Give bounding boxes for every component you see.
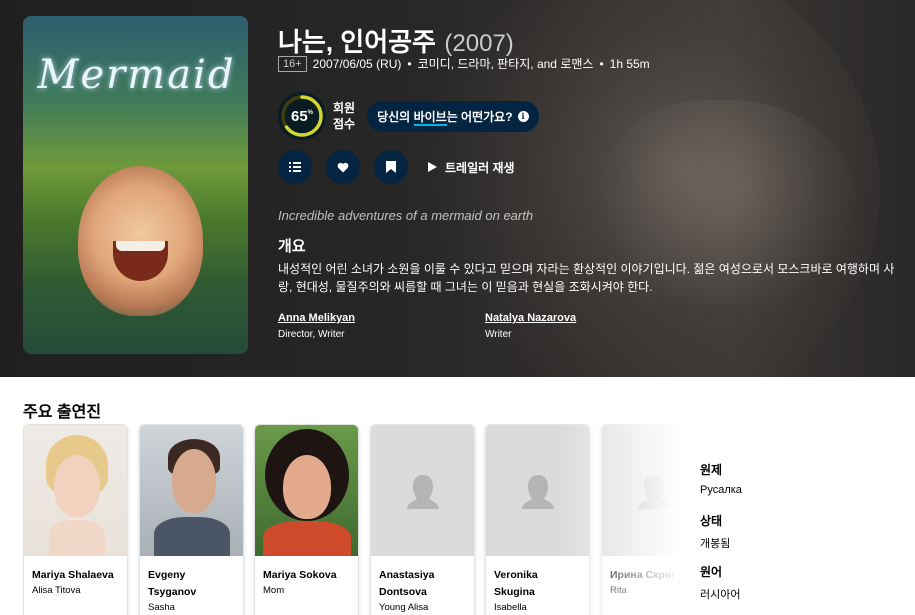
vibe-label: 당신의 바이브는 어떤가요? [377, 109, 513, 126]
crew-name-link[interactable]: Natalya Nazarova [485, 312, 576, 324]
fact-language: 원어 러시아어 [700, 563, 740, 602]
score-label: 회원 점수 [333, 101, 356, 131]
score-value: 65% [290, 107, 314, 125]
fact-value: 개봉됨 [700, 538, 731, 550]
cast-photo[interactable] [24, 425, 127, 556]
crew-name-link[interactable]: Anna Melikyan [278, 312, 355, 324]
cast-card[interactable]: Mariya Sokova Mom [254, 424, 359, 615]
list-icon [289, 162, 301, 172]
poster-image[interactable]: Mermaid [23, 16, 248, 354]
title-row: 나는, 인어공주 (2007) [278, 22, 514, 59]
separator-dot: • [599, 56, 604, 71]
poster-logo-text: Mermaid [37, 52, 236, 98]
fact-original-title: 원제 Русалка [700, 461, 742, 496]
separator-dot: • [407, 56, 412, 71]
cast-photo-placeholder[interactable] [602, 425, 675, 556]
cast-role: Young Alisa [379, 602, 429, 613]
crew-member: Natalya Nazarova Writer [485, 312, 576, 340]
cast-scroller[interactable]: Mariya Shalaeva Alisa Titova Evgeny Tsyg… [23, 424, 675, 615]
fact-label: 원제 [700, 463, 723, 477]
facts-row: 16+ 2007/06/05 (RU) • 코미디, 드라마, 판타지, and… [278, 55, 650, 72]
cast-name[interactable]: Evgeny Tsyganov [140, 556, 243, 601]
cast-role: Isabella [494, 602, 527, 613]
crew-member: Anna Melikyan Director, Writer [278, 312, 355, 340]
cast-name[interactable]: Mariya Sokova [255, 556, 358, 584]
score-row: 65% 회원 점수 당신의 바이브는 어떤가요? i [278, 92, 539, 140]
cast-card[interactable]: Evgeny Tsyganov Sasha [139, 424, 244, 615]
overview-text: 내성적인 어린 소녀가 소원을 이룰 수 있다고 믿으며 자라는 환상적인 이야… [278, 262, 895, 294]
runtime: 1h 55m [609, 56, 650, 71]
cast-photo[interactable] [140, 425, 243, 556]
fact-label: 상태 [700, 514, 723, 528]
tagline: Incredible adventures of a mermaid on ea… [278, 208, 534, 223]
cast-card[interactable]: Ирина Скриниченко Rita [601, 424, 675, 615]
add-to-list-button[interactable] [278, 150, 312, 184]
play-trailer-button[interactable]: 트레일러 재생 [428, 159, 515, 176]
user-score-chart[interactable]: 65% [278, 92, 326, 140]
cast-photo[interactable] [255, 425, 358, 556]
action-buttons: 트레일러 재생 [278, 150, 515, 184]
fact-status: 상태 개봉됨 [700, 512, 730, 551]
watchlist-button[interactable] [374, 150, 408, 184]
crew-job: Writer [485, 329, 512, 340]
fact-value: 러시아어 [700, 589, 741, 601]
cast-name[interactable]: Mariya Shalaeva [24, 556, 127, 584]
cast-card[interactable]: Anastasiya Dontsova Young Alisa [370, 424, 475, 615]
cast-name[interactable]: Veronika Skugina [486, 556, 589, 601]
release-year: (2007) [444, 30, 514, 57]
certification-badge: 16+ [278, 55, 307, 72]
overview-heading: 개요 [278, 238, 306, 255]
cast-photo-placeholder[interactable] [371, 425, 474, 556]
cast-card[interactable]: Veronika Skugina Isabella [485, 424, 590, 615]
cast-name[interactable]: Anastasiya Dontsova [371, 556, 474, 601]
crew-job: Director, Writer [278, 329, 345, 340]
cast-role: Rita [610, 585, 627, 596]
trailer-label: 트레일러 재생 [445, 160, 515, 175]
vibe-button[interactable]: 당신의 바이브는 어떤가요? i [367, 100, 539, 132]
cast-heading: 주요 출연진 [23, 404, 102, 421]
heart-icon [337, 162, 349, 172]
release-date: 2007/06/05 (RU) [312, 56, 402, 71]
poster-teeth [116, 241, 165, 251]
cast-photo-placeholder[interactable] [486, 425, 589, 556]
fact-label: 원어 [700, 565, 723, 579]
person-placeholder-icon [406, 474, 439, 509]
cast-role: Mom [263, 585, 285, 596]
favorite-button[interactable] [326, 150, 360, 184]
info-icon: i [517, 110, 529, 122]
genres[interactable]: 코미디, 드라마, 판타지, and 로맨스 [418, 55, 594, 72]
play-icon [428, 162, 437, 172]
cast-name[interactable]: Ирина Скриниченко [602, 556, 675, 584]
person-placeholder-icon [521, 474, 554, 509]
person-placeholder-icon [637, 474, 670, 509]
cast-card[interactable]: Mariya Shalaeva Alisa Titova [23, 424, 128, 615]
cast-role: Sasha [148, 602, 175, 613]
fact-value: Русалка [700, 484, 742, 496]
hero-section: Mermaid 나는, 인어공주 (2007) 16+ 2007/06/05 (… [0, 0, 915, 377]
bookmark-icon [386, 161, 396, 173]
movie-title[interactable]: 나는, 인어공주 [278, 27, 436, 57]
cast-role: Alisa Titova [32, 585, 81, 596]
